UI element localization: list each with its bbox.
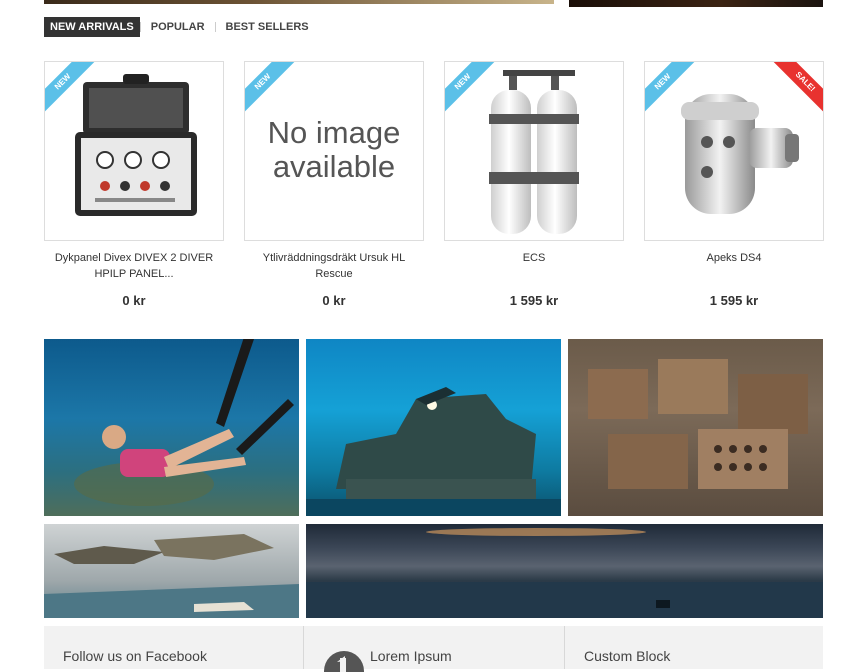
product-card[interactable]: NEW ECS 1 595 kr bbox=[444, 61, 624, 308]
product-card[interactable]: NEW Dykpanel Divex DIVEX 2 DIVER HPILP P… bbox=[44, 61, 224, 308]
footer-custom-title: Custom Block bbox=[584, 648, 671, 664]
photo-wreck-crates[interactable] bbox=[568, 339, 823, 516]
top-banner-image-left[interactable] bbox=[44, 0, 554, 4]
twin-tanks-image bbox=[489, 70, 579, 234]
tab-popular[interactable]: POPULAR bbox=[141, 17, 215, 37]
product-name[interactable]: Apeks DS4 bbox=[644, 250, 824, 282]
footer-facebook-title: Follow us on Facebook bbox=[63, 648, 207, 664]
product-price: 1 595 kr bbox=[509, 293, 559, 308]
photo-sunken-tank[interactable] bbox=[306, 339, 561, 516]
photo-sunset-sea[interactable] bbox=[306, 524, 823, 618]
footer-custom-block: Custom Block bbox=[565, 626, 823, 669]
product-price: 0 kr bbox=[322, 293, 346, 308]
product-image[interactable]: NEW bbox=[44, 61, 224, 241]
product-card[interactable]: No image available NEW Ytlivräddningsdrä… bbox=[244, 61, 424, 308]
new-badge: NEW bbox=[245, 62, 297, 116]
sunken-tank-image bbox=[306, 387, 561, 516]
photo-diver-fins[interactable] bbox=[44, 339, 299, 516]
footer-lorem-block: Lorem Ipsum bbox=[304, 626, 565, 672]
tab-best-sellers[interactable]: BEST SELLERS bbox=[216, 17, 319, 37]
diver-panel-case-image bbox=[75, 74, 197, 216]
top-banner-image-right[interactable] bbox=[569, 0, 823, 7]
product-image[interactable]: NEW SALE! bbox=[644, 61, 824, 241]
no-image-placeholder: No image available bbox=[267, 115, 401, 184]
product-tabs: NEW ARRIVALS POPULAR BEST SELLERS bbox=[44, 17, 319, 37]
product-price: 1 595 kr bbox=[709, 293, 759, 308]
diver-silhouette-image bbox=[74, 339, 294, 506]
photo-helicopter-rescue[interactable] bbox=[44, 524, 299, 618]
product-card[interactable]: NEW SALE! Apeks DS4 1 595 kr bbox=[644, 61, 824, 308]
product-name[interactable]: ECS bbox=[444, 250, 624, 282]
footer-lorem-title: Lorem Ipsum bbox=[370, 648, 452, 664]
footer-facebook-block: Follow us on Facebook bbox=[44, 626, 304, 669]
product-image[interactable]: NEW bbox=[444, 61, 624, 241]
sunset-sea-image bbox=[306, 528, 823, 618]
product-name[interactable]: Ytlivräddningsdräkt Ursuk HL Rescue bbox=[244, 250, 424, 282]
product-name[interactable]: Dykpanel Divex DIVEX 2 DIVER HPILP PANEL… bbox=[44, 250, 224, 282]
product-price: 0 kr bbox=[122, 293, 146, 308]
helicopter-rescue-image bbox=[44, 534, 299, 618]
tab-new-arrivals[interactable]: NEW ARRIVALS bbox=[44, 17, 140, 37]
regulator-image bbox=[681, 94, 799, 214]
wreck-crates-image bbox=[588, 359, 808, 489]
product-image[interactable]: No image available NEW bbox=[244, 61, 424, 241]
footer-blocks: Follow us on Facebook Lorem Ipsum Custom… bbox=[44, 626, 823, 672]
